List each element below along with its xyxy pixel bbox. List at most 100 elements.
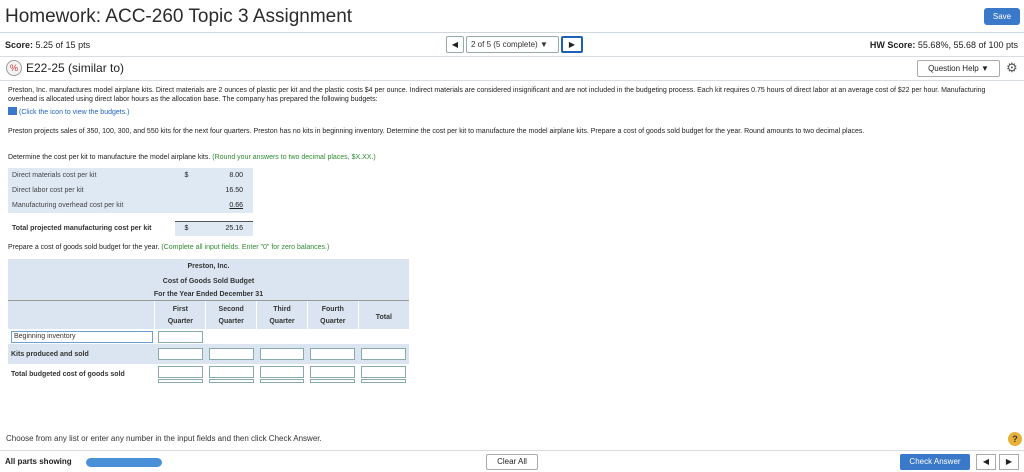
chevron-down-icon: ▼ xyxy=(981,64,989,73)
budget-name: Cost of Goods Sold Budget xyxy=(8,274,409,289)
determine-hint: (Round your answers to two decimal place… xyxy=(212,154,376,161)
row-label: Manufacturing overhead cost per kit xyxy=(8,198,175,213)
score-bar: Score: 5.25 of 15 pts ◀ 2 of 5 (5 comple… xyxy=(0,33,1024,57)
column-header: Total xyxy=(357,301,409,329)
column-header: Third Quarter xyxy=(256,301,308,329)
score-value: 5.25 of 15 pts xyxy=(35,40,91,50)
book-icon xyxy=(8,107,17,115)
next-question-button[interactable]: ▶ xyxy=(561,36,583,53)
double-underline xyxy=(259,378,305,383)
q2-input[interactable] xyxy=(208,348,254,360)
q4-input[interactable] xyxy=(310,365,356,378)
title-bar: Homework: ACC-260 Topic 3 Assignment Sav… xyxy=(0,0,1024,33)
row-label: Total projected manufacturing cost per k… xyxy=(8,221,175,236)
question-help-button[interactable]: Question Help ▼ xyxy=(917,60,1000,77)
score-label: Score: xyxy=(5,40,34,50)
table-row: Direct labor cost per kit 16.50 xyxy=(8,183,253,198)
table-row-total: Total projected manufacturing cost per k… xyxy=(8,220,253,236)
q3-input[interactable] xyxy=(259,348,305,360)
instructions-footer: Choose from any list or enter any number… xyxy=(6,434,322,443)
question-help-label: Question Help xyxy=(928,64,979,73)
progress-bar xyxy=(86,458,162,467)
table-row: Total budgeted cost of goods sold xyxy=(8,364,409,384)
currency xyxy=(175,183,198,198)
save-button[interactable]: Save xyxy=(984,8,1020,25)
q1-input[interactable] xyxy=(157,348,203,360)
prepare-prompt: Prepare a cost of goods sold budget for … xyxy=(8,243,329,252)
column-header: Fourth Quarter xyxy=(306,301,359,329)
clear-all-button[interactable]: Clear All xyxy=(486,454,538,470)
question-bar: % E22-25 (similar to) Question Help ▼ ⚙ xyxy=(0,57,1024,81)
column-header-line2: Total xyxy=(375,314,392,321)
column-header-line2: Quarter xyxy=(320,317,346,325)
score: Score: 5.25 of 15 pts xyxy=(5,40,90,50)
all-parts-label: All parts showing xyxy=(5,457,72,466)
budget-company: Preston, Inc. xyxy=(8,259,409,274)
cell-value[interactable]: 0.66 xyxy=(198,198,253,213)
gear-icon[interactable]: ⚙ xyxy=(1006,60,1018,76)
row-label: Total budgeted cost of goods sold xyxy=(11,370,125,378)
q2-input[interactable] xyxy=(208,365,254,378)
hw-score: HW Score: 55.68%, 55.68 of 100 pts xyxy=(870,40,1018,50)
help-icon[interactable]: ? xyxy=(1008,432,1022,446)
hw-score-label: HW Score: xyxy=(869,40,916,50)
total-input[interactable] xyxy=(361,365,406,378)
cell-value[interactable]: 16.50 xyxy=(198,183,253,198)
column-header-line2: Quarter xyxy=(269,317,295,325)
budget-header-row: First Quarter Second Quarter Third Quarter … xyxy=(8,301,409,329)
question-select-value: 2 of 5 (5 complete) xyxy=(471,40,538,49)
budgets-link[interactable]: (Click the icon to view the budgets.) xyxy=(8,107,130,117)
check-answer-button[interactable]: Check Answer xyxy=(900,454,970,470)
column-header-line1: First xyxy=(172,305,188,313)
column-header-line1: Third xyxy=(273,305,291,313)
beginning-inventory-select[interactable]: Beginning inventory xyxy=(11,330,153,343)
currency: $ xyxy=(175,220,198,236)
next-button[interactable]: ▶ xyxy=(999,454,1019,470)
row-label[interactable]: Beginning inventory xyxy=(8,329,155,344)
currency xyxy=(175,198,198,213)
budget-period: For the Year Ended December 31 xyxy=(8,289,409,301)
problem-instructions: Preston projects sales of 350, 100, 300,… xyxy=(8,128,865,135)
q1-input[interactable] xyxy=(157,365,203,378)
q4-input[interactable] xyxy=(310,348,356,360)
table-row: Kits produced and sold xyxy=(8,344,409,364)
total-input[interactable] xyxy=(361,348,406,360)
prev-button[interactable]: ◀ xyxy=(976,454,996,470)
q3-input[interactable] xyxy=(259,365,305,378)
prepare-text: Prepare a cost of goods sold budget for … xyxy=(8,244,160,251)
column-header: First Quarter xyxy=(154,301,206,329)
row-label: Kits produced and sold xyxy=(11,350,89,358)
budgets-link-label: (Click the icon to view the budgets.) xyxy=(19,109,130,116)
table-row: Direct materials cost per kit $ 8.00 xyxy=(8,168,253,183)
progress-fill xyxy=(86,458,162,467)
double-underline xyxy=(310,378,356,383)
question-select[interactable]: 2 of 5 (5 complete) ▼ xyxy=(466,36,559,53)
column-header-line1: Second xyxy=(218,305,244,313)
currency: $ xyxy=(175,168,198,183)
column-header: Second Quarter xyxy=(205,301,257,329)
footer-bar: All parts showing Clear All Check Answer… xyxy=(0,450,1024,472)
double-underline xyxy=(208,378,254,383)
hw-score-value: 55.68%, 55.68 of 100 pts xyxy=(917,40,1018,50)
page-title: Homework: ACC-260 Topic 3 Assignment xyxy=(5,6,353,27)
column-header-line2: Quarter xyxy=(167,317,194,325)
table-row: Manufacturing overhead cost per kit 0.66 xyxy=(8,198,253,213)
column-header-line1: Fourth xyxy=(321,305,344,313)
prev-question-button[interactable]: ◀ xyxy=(446,36,464,53)
column-header-line2: Quarter xyxy=(218,317,244,325)
question-title: E22-25 (similar to) xyxy=(26,61,125,75)
determine-prompt: Determine the cost per kit to manufactur… xyxy=(8,153,376,162)
cell-value[interactable]: 8.00 xyxy=(198,168,253,183)
double-underline xyxy=(361,378,406,383)
chevron-down-icon: ▼ xyxy=(539,40,548,49)
determine-text: Determine the cost per kit to manufactur… xyxy=(8,154,211,161)
table-row: Beginning inventory xyxy=(8,329,409,344)
cost-per-kit-table: Direct materials cost per kit $ 8.00 Dir… xyxy=(8,168,253,236)
x-percent-icon: % xyxy=(6,60,22,76)
cell-value: 25.16 xyxy=(198,220,253,236)
double-underline xyxy=(157,378,203,383)
q1-input[interactable] xyxy=(157,330,203,343)
cogs-budget-table: Preston, Inc. Cost of Goods Sold Budget … xyxy=(8,259,409,384)
problem-text: Preston, Inc. manufactures model airplan… xyxy=(8,87,986,103)
row-label: Direct materials cost per kit xyxy=(8,168,175,183)
